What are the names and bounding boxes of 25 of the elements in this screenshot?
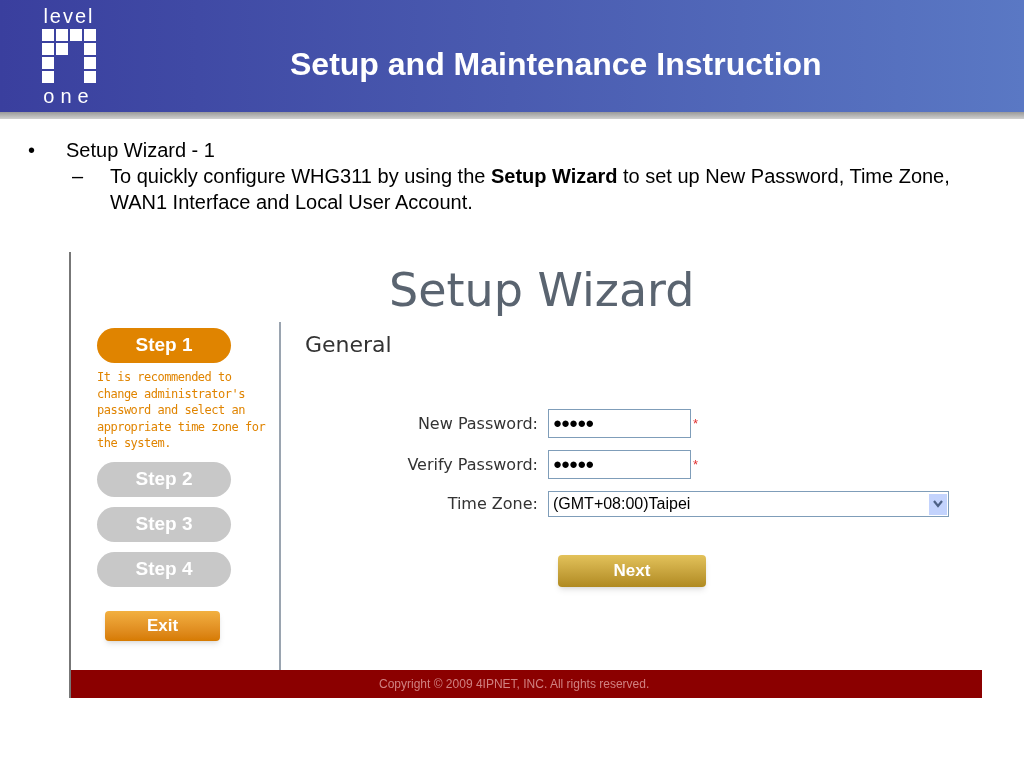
dropdown-value: (GMT+08:00)Taipei (553, 494, 691, 514)
field-label: Time Zone: (446, 493, 539, 515)
time-zone-dropdown[interactable]: (GMT+08:00)Taipei (548, 491, 949, 517)
logo-text: one (43, 86, 95, 106)
field-label: New Password: (416, 412, 539, 435)
password-field[interactable]: ●●●●● (548, 409, 691, 438)
field-label: Verify Password: (406, 453, 539, 476)
sub-bullet-text: To quickly configure WHG311 by using the Setup Wizard to set up New Password, Time Zone, WAN1 Interface and Local User Account. (110, 164, 951, 215)
step-tab[interactable]: Step 1 (97, 328, 231, 363)
bullet-text: Setup Wizard - 1 (66, 138, 215, 163)
exit-button[interactable]: Exit (105, 610, 220, 641)
required-mark: * (693, 455, 699, 474)
password-field[interactable]: ●●●●● (548, 450, 691, 479)
step-description: It is recommended to change administrator's password and select an appropriate time zone for the system. (97, 369, 267, 452)
next-button[interactable]: Next (558, 555, 706, 587)
copyright-footer: Copyright © 2009 4IPNET, INC. All rights reserved. (71, 670, 982, 698)
grid-logo-icon (41, 28, 97, 84)
page-title: Setup Wizard (388, 262, 696, 319)
chevron-down-icon (929, 493, 947, 515)
dash-mark: – (72, 164, 85, 189)
slide-title: Setup and Maintenance Instruction (290, 45, 822, 84)
required-mark: * (693, 414, 699, 433)
logo-text: level (43, 6, 95, 26)
section-heading: General (305, 331, 393, 359)
bullet-mark: • (28, 138, 36, 163)
